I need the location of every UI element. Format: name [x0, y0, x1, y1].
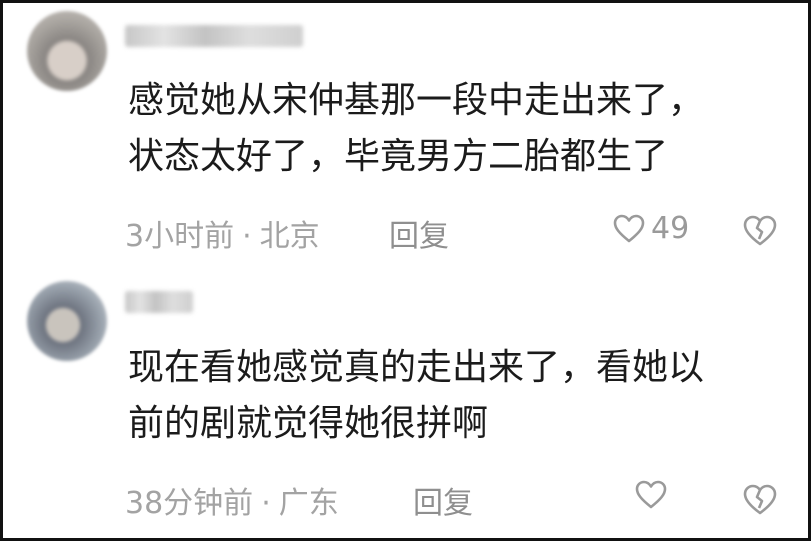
meta-separator: · — [242, 219, 252, 254]
comment-time: 3小时前 — [125, 219, 235, 254]
comment-item: 感觉她从宋仲基那一段中走出来了， 状态太好了，毕竟男方二胎都生了 3小时前 · 北京… — [3, 3, 808, 265]
comment-meta: 3小时前 · 北京 — [125, 211, 320, 255]
broken-heart-icon[interactable] — [743, 484, 777, 516]
comment-location: 北京 — [259, 219, 320, 254]
reply-button[interactable]: 回复 — [389, 211, 449, 255]
avatar[interactable] — [27, 11, 107, 91]
comment-panel: 感觉她从宋仲基那一段中走出来了， 状态太好了，毕竟男方二胎都生了 3小时前 · 北京… — [0, 0, 811, 541]
comment-line-2: 前的剧就觉得她很拼啊 — [128, 403, 489, 444]
comment-line-1: 感觉她从宋仲基那一段中走出来了， — [128, 80, 705, 121]
meta-separator: · — [261, 486, 271, 521]
comment-line-1: 现在看她感觉真的走出来了，看她以 — [128, 347, 705, 388]
heart-outline-icon — [613, 214, 645, 242]
comment-text: 感觉她从宋仲基那一段中走出来了， 状态太好了，毕竟男方二胎都生了 — [128, 73, 768, 185]
like-button[interactable] — [635, 480, 667, 510]
comment-meta: 38分钟前 · 广东 — [125, 478, 339, 522]
comment-location: 广东 — [278, 486, 339, 521]
reply-button[interactable]: 回复 — [413, 478, 473, 522]
like-count: 49 — [651, 211, 690, 246]
comment-time: 38分钟前 — [125, 486, 254, 521]
username-blurred[interactable] — [125, 291, 193, 313]
comment-item: 现在看她感觉真的走出来了，看她以 前的剧就觉得她很拼啊 38分钟前 · 广东 回复 — [3, 265, 808, 538]
avatar[interactable] — [27, 281, 107, 361]
broken-heart-icon[interactable] — [743, 215, 777, 247]
like-button[interactable]: 49 — [613, 211, 689, 246]
comment-line-2: 状态太好了，毕竟男方二胎都生了 — [128, 136, 669, 177]
heart-outline-icon — [635, 480, 667, 509]
comment-text: 现在看她感觉真的走出来了，看她以 前的剧就觉得她很拼啊 — [128, 340, 768, 452]
username-blurred[interactable] — [125, 25, 303, 47]
